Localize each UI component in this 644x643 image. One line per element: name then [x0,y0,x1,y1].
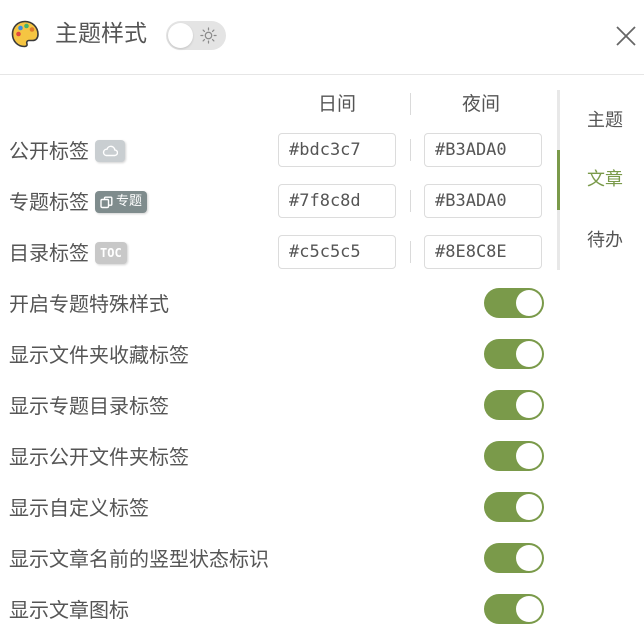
toggle-label-status-marker: 显示文章名前的竖型状态标识 [9,547,269,571]
special-tag-night-color[interactable]: #B3ADA0 [424,184,542,218]
public-tag-day-color[interactable]: #bdc3c7 [278,133,396,167]
toggle-public-folder[interactable] [484,441,544,471]
toggle-status-marker[interactable] [484,543,544,573]
sun-icon [200,27,217,44]
toggle-label-public-folder: 显示公开文件夹标签 [9,445,189,469]
toggle-folder-favorite[interactable] [484,339,544,369]
public-tag-badge [95,140,125,162]
toc-tag-night-color[interactable]: #8E8C8E [424,235,542,269]
input-divider [410,139,411,161]
theme-toggle-knob [168,23,193,48]
toc-tag-day-color[interactable]: #c5c5c5 [278,235,396,269]
input-divider [410,190,411,212]
nav-active-indicator [557,150,560,210]
public-tag-night-color[interactable]: #B3ADA0 [424,133,542,167]
toc-tag-badge: TOC [95,242,127,264]
header: 主题样式 [0,0,644,75]
tag-row-special: 专题标签 专题 [9,188,148,216]
copy-icon [100,196,113,208]
nav-item-theme[interactable]: 主题 [587,109,623,133]
cloud-icon [102,145,118,157]
column-night-heading: 夜间 [462,93,501,115]
tag-label: 专题标签 [9,190,89,214]
theme-toggle[interactable] [166,21,226,50]
toggle-knob [516,341,542,367]
tag-label: 公开标签 [9,139,89,163]
close-icon[interactable] [614,24,638,48]
toggle-label-folder-favorite: 显示文件夹收藏标签 [9,343,189,367]
toggle-knob [516,494,542,520]
nav-item-todo[interactable]: 待办 [587,229,623,253]
toggle-knob [516,545,542,571]
toggle-label-article-icon: 显示文章图标 [9,598,129,622]
special-tag-day-color[interactable]: #7f8c8d [278,184,396,218]
toggle-label-special-style: 开启专题特殊样式 [9,292,169,316]
column-day-heading: 日间 [318,93,357,115]
input-divider [410,241,411,263]
column-divider [410,93,411,115]
toggle-article-icon[interactable] [484,594,544,624]
special-tag-badge-text: 专题 [116,194,143,209]
nav-item-article[interactable]: 文章 [587,168,623,192]
toggle-knob [516,290,542,316]
tag-row-toc: 目录标签 TOC [9,239,127,267]
toggle-knob [516,596,542,622]
toggle-special-toc[interactable] [484,390,544,420]
tag-label: 目录标签 [9,241,89,265]
special-tag-badge: 专题 [95,191,148,213]
page-title: 主题样式 [55,21,147,47]
tag-row-public: 公开标签 [9,137,125,165]
toggle-label-special-toc: 显示专题目录标签 [9,394,169,418]
toggle-special-style[interactable] [484,288,544,318]
toggle-knob [516,443,542,469]
toggle-label-custom-tag: 显示自定义标签 [9,496,149,520]
toggle-custom-tag[interactable] [484,492,544,522]
palette-icon [11,20,39,48]
toggle-knob [516,392,542,418]
